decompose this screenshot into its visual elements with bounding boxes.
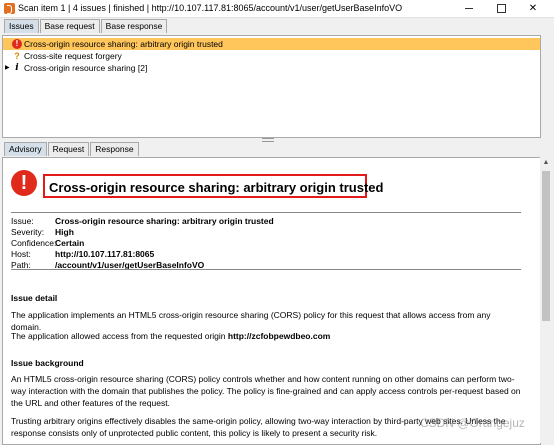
divider bbox=[11, 212, 521, 213]
origin-text: The application allowed access from the … bbox=[11, 331, 228, 341]
issue-row-cors-group[interactable]: ▶ i Cross-origin resource sharing [2] bbox=[3, 62, 540, 74]
tab-advisory[interactable]: Advisory bbox=[4, 142, 47, 156]
meta-label: Issue: bbox=[11, 216, 34, 226]
issue-background-paragraph: An HTML5 cross-origin resource sharing (… bbox=[11, 374, 521, 408]
maximize-button[interactable] bbox=[486, 0, 516, 17]
meta-label: Host: bbox=[11, 249, 31, 259]
high-severity-icon: ! bbox=[12, 39, 22, 49]
issue-detail-origin-paragraph: The application allowed access from the … bbox=[11, 330, 523, 342]
meta-value: Cross-origin resource sharing: arbitrary… bbox=[55, 216, 274, 226]
tab-base-response[interactable]: Base response bbox=[100, 19, 168, 33]
meta-value: http://10.107.117.81:8065 bbox=[55, 249, 155, 259]
origin-value: http://zcfobpewdbeo.com bbox=[227, 331, 331, 341]
meta-host: Host: http://10.107.117.81:8065 bbox=[11, 249, 154, 260]
meta-issue: Issue: Cross-origin resource sharing: arb… bbox=[11, 216, 274, 227]
meta-severity: Severity: High bbox=[11, 227, 74, 238]
issues-list: ! Cross-origin resource sharing: arbitra… bbox=[2, 35, 541, 138]
panel-splitter[interactable] bbox=[0, 137, 554, 142]
advisory-panel: ! Cross-origin resource sharing: arbitra… bbox=[2, 157, 541, 445]
watermark: CSDN @Orangejuz bbox=[420, 416, 525, 430]
window-title-bar: Scan item 1 | 4 issues | finished | http… bbox=[0, 0, 554, 18]
meta-confidence: Confidence:Certain bbox=[11, 238, 84, 249]
meta-value: Certain bbox=[55, 238, 85, 248]
advisory-title: Cross-origin resource sharing: arbitrary… bbox=[43, 174, 383, 198]
tab-issues[interactable]: Issues bbox=[4, 19, 39, 33]
scroll-thumb[interactable] bbox=[542, 171, 550, 321]
issue-background-heading: Issue background bbox=[11, 358, 84, 368]
window-title: Scan item 1 | 4 issues | finished | http… bbox=[18, 3, 403, 13]
advisory-scrollbar[interactable]: ▲ bbox=[540, 157, 552, 443]
splitter-grip-icon bbox=[262, 138, 274, 142]
minimize-button[interactable] bbox=[454, 0, 484, 17]
close-icon: ✕ bbox=[528, 3, 538, 14]
issue-row-cors-arbitrary-origin[interactable]: ! Cross-origin resource sharing: arbitra… bbox=[3, 38, 540, 50]
issue-row-csrf[interactable]: ? Cross-site request forgery bbox=[3, 50, 540, 62]
tentative-question-icon: ? bbox=[14, 51, 20, 61]
meta-value: High bbox=[55, 227, 74, 237]
scroll-up-arrow-icon[interactable]: ▲ bbox=[540, 157, 552, 169]
tab-response[interactable]: Response bbox=[90, 142, 139, 156]
close-button[interactable]: ✕ bbox=[518, 0, 548, 17]
issue-detail-heading: Issue detail bbox=[11, 293, 58, 303]
issue-label: Cross-site request forgery bbox=[24, 51, 122, 61]
tab-base-request[interactable]: Base request bbox=[39, 19, 100, 33]
info-icon: i bbox=[15, 63, 19, 73]
meta-label: Severity: bbox=[11, 227, 45, 237]
meta-label: Confidence: bbox=[11, 238, 57, 248]
expand-arrow-icon[interactable]: ▶ bbox=[5, 62, 10, 74]
high-severity-icon: ! bbox=[11, 170, 37, 196]
detail-tab-bar: Advisory Request Response bbox=[4, 142, 140, 157]
top-tab-bar: Issues Base request Base response bbox=[4, 19, 168, 34]
tab-request[interactable]: Request bbox=[47, 142, 90, 156]
burp-app-icon bbox=[4, 3, 15, 14]
issue-label: Cross-origin resource sharing [2] bbox=[24, 63, 148, 73]
minimize-icon bbox=[465, 8, 473, 9]
maximize-icon bbox=[496, 4, 506, 13]
divider bbox=[11, 269, 521, 270]
issue-label: Cross-origin resource sharing: arbitrary… bbox=[24, 39, 223, 49]
